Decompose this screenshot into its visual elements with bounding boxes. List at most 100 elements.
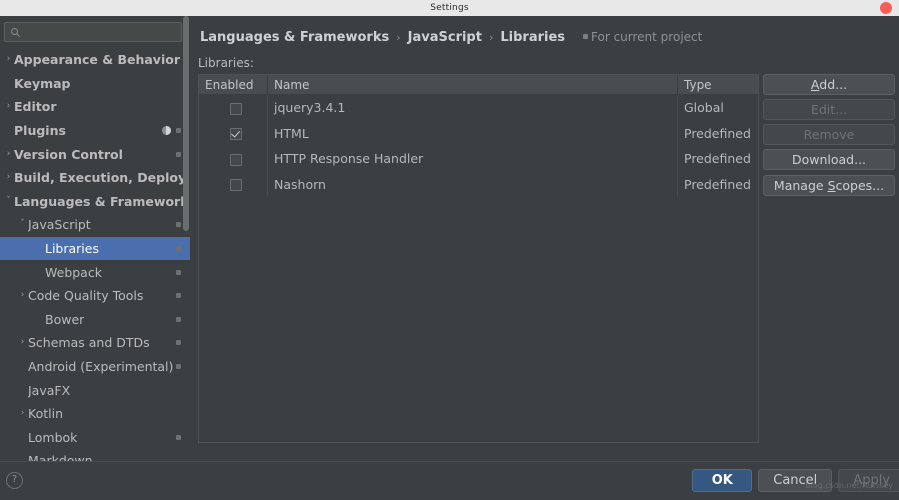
sidebar-item-label: JavaScript: [28, 217, 91, 233]
column-header-enabled[interactable]: Enabled: [199, 75, 268, 95]
sidebar-item-marker-icon: [176, 434, 181, 440]
title-bar: Settings: [0, 0, 899, 16]
dialog-footer: ? OK Cancel Apply blog.csdn.net/Ruiskey: [0, 461, 899, 500]
settings-content: Languages & Frameworks › JavaScript › Librar…: [190, 16, 899, 462]
sidebar-item-javafx[interactable]: JavaFX: [0, 378, 190, 402]
sidebar-item-languages-frameworks[interactable]: ˇ Languages & Frameworks: [0, 190, 190, 214]
chevron-right-icon[interactable]: ›: [17, 409, 28, 418]
mnemonic-char: A: [810, 77, 820, 92]
download-button[interactable]: Download...: [763, 149, 895, 170]
plugins-status-icon: [162, 126, 171, 136]
sidebar-item-code-quality-tools[interactable]: › Code Quality Tools: [0, 284, 190, 308]
column-header-type[interactable]: Type: [677, 75, 758, 95]
close-icon[interactable]: [880, 2, 892, 14]
breadcrumb-item-1[interactable]: Languages & Frameworks: [200, 30, 389, 45]
cell-type: Global: [677, 94, 758, 121]
column-header-name[interactable]: Name: [267, 75, 678, 95]
libraries-action-buttons: Add... Edit... Remove Download... Manage Sco…: [759, 74, 895, 443]
enabled-checkbox[interactable]: [230, 128, 242, 141]
search-icon: [11, 27, 20, 37]
chevron-right-icon[interactable]: ›: [3, 173, 14, 182]
sidebar-item-label: Languages & Frameworks: [14, 193, 186, 209]
chevron-right-icon[interactable]: ›: [17, 338, 28, 347]
table-row[interactable]: jquery3.4.1 Global: [199, 94, 758, 121]
sidebar-item-schemas-and-dtds[interactable]: › Schemas and DTDs: [0, 331, 190, 355]
sidebar-item-label: Kotlin: [28, 406, 63, 422]
sidebar-item-label: Editor: [14, 99, 57, 115]
sidebar-item-webpack[interactable]: Webpack: [0, 260, 190, 284]
sidebar-item-label: Schemas and DTDs: [28, 335, 150, 351]
sidebar-scrollbar-thumb[interactable]: [183, 16, 189, 231]
scope-note-label: For current project: [591, 30, 703, 44]
chevron-right-icon[interactable]: ›: [3, 149, 14, 159]
ok-button[interactable]: OK: [692, 469, 753, 492]
breadcrumb-item-2[interactable]: JavaScript: [408, 30, 482, 45]
table-header-row: Enabled Name Type: [199, 75, 758, 95]
mnemonic-char: S: [827, 178, 836, 193]
sidebar-item-android-experimental[interactable]: Android (Experimental): [0, 355, 190, 379]
sidebar-item-kotlin[interactable]: › Kotlin: [0, 402, 190, 426]
cell-type: Predefined: [677, 120, 758, 146]
chevron-right-icon[interactable]: ›: [3, 55, 14, 64]
sidebar-item-label: Version Control: [14, 146, 123, 162]
cell-enabled: [199, 171, 268, 197]
enabled-checkbox[interactable]: [230, 179, 242, 192]
cell-type: Predefined: [677, 171, 758, 197]
sidebar-item-editor[interactable]: › Editor: [0, 95, 190, 119]
cell-enabled: [199, 120, 268, 146]
enabled-checkbox[interactable]: [230, 153, 242, 166]
enabled-checkbox[interactable]: [230, 102, 242, 115]
sidebar-item-lombok[interactable]: Lombok: [0, 426, 190, 450]
libraries-table-container: Enabled Name Type jquery3.4.1 Global HTML P…: [198, 74, 759, 443]
search-input[interactable]: [21, 24, 181, 40]
cell-name: HTML: [274, 125, 309, 141]
sidebar-item-label: Libraries: [45, 241, 99, 257]
cell-type: Predefined: [677, 146, 758, 172]
sidebar-item-marker-icon: [176, 364, 181, 370]
sidebar-item-marker-icon: [176, 222, 181, 228]
sidebar-item-appearance-behavior[interactable]: › Appearance & Behavior: [0, 48, 190, 72]
help-icon[interactable]: ?: [6, 472, 23, 489]
sidebar-item-label: Code Quality Tools: [28, 288, 144, 304]
sidebar-item-marker-icon: [176, 269, 181, 275]
search-box[interactable]: [4, 22, 182, 42]
chevron-right-icon[interactable]: ›: [17, 291, 28, 300]
scope-note: For current project: [583, 30, 702, 44]
table-row[interactable]: HTTP Response Handler Predefined: [199, 146, 758, 172]
sidebar-item-marker-icon: [176, 128, 181, 134]
sidebar-item-javascript[interactable]: ˇ JavaScript: [0, 213, 190, 237]
table-row[interactable]: HTML Predefined: [199, 120, 758, 146]
sidebar-scrollbar[interactable]: [183, 16, 189, 462]
chevron-right-icon[interactable]: ›: [3, 102, 14, 111]
sidebar-item-version-control[interactable]: › Version Control: [0, 142, 190, 166]
search-container: [0, 16, 190, 47]
window-title: Settings: [430, 3, 469, 13]
sidebar-item-marker-icon: [176, 316, 181, 322]
sidebar-item-libraries[interactable]: Libraries: [0, 236, 190, 261]
sidebar-item-marker-icon: [176, 151, 181, 157]
chevron-down-icon[interactable]: ˇ: [3, 196, 14, 206]
sidebar-item-marker-icon: [176, 293, 181, 299]
sidebar-item-bower[interactable]: Bower: [0, 308, 190, 332]
footer-button-group: OK Cancel Apply: [692, 469, 899, 492]
sidebar-item-label: Bower: [45, 311, 85, 327]
cell-name: HTTP Response Handler: [274, 151, 424, 167]
sidebar-item-label: Appearance & Behavior: [14, 52, 180, 68]
sidebar-item-build-execution-deploym[interactable]: › Build, Execution, Deploym: [0, 166, 190, 190]
breadcrumb-item-3[interactable]: Libraries: [500, 30, 565, 45]
sidebar-item-keymap[interactable]: Keymap: [0, 72, 190, 96]
sidebar-item-label: Build, Execution, Deploym: [14, 170, 186, 186]
cell-enabled: [199, 146, 268, 172]
sidebar-item-label: Keymap: [14, 75, 71, 91]
add-button[interactable]: Add...: [763, 74, 895, 95]
chevron-down-icon[interactable]: ˇ: [17, 220, 28, 229]
cancel-button[interactable]: Cancel: [758, 469, 833, 492]
cell-name: jquery3.4.1: [274, 100, 346, 116]
settings-tree[interactable]: › Appearance & Behavior Keymap › Editor Plugi…: [0, 48, 190, 462]
table-row[interactable]: Nashorn Predefined: [199, 171, 758, 197]
sidebar-item-plugins[interactable]: Plugins: [0, 119, 190, 143]
libraries-content-row: Enabled Name Type jquery3.4.1 Global HTML P…: [190, 74, 899, 443]
settings-sidebar: › Appearance & Behavior Keymap › Editor Plugi…: [0, 16, 190, 462]
sidebar-item-marker-icon: [176, 246, 181, 252]
manage-scopes-button[interactable]: Manage Scopes...: [763, 175, 895, 196]
